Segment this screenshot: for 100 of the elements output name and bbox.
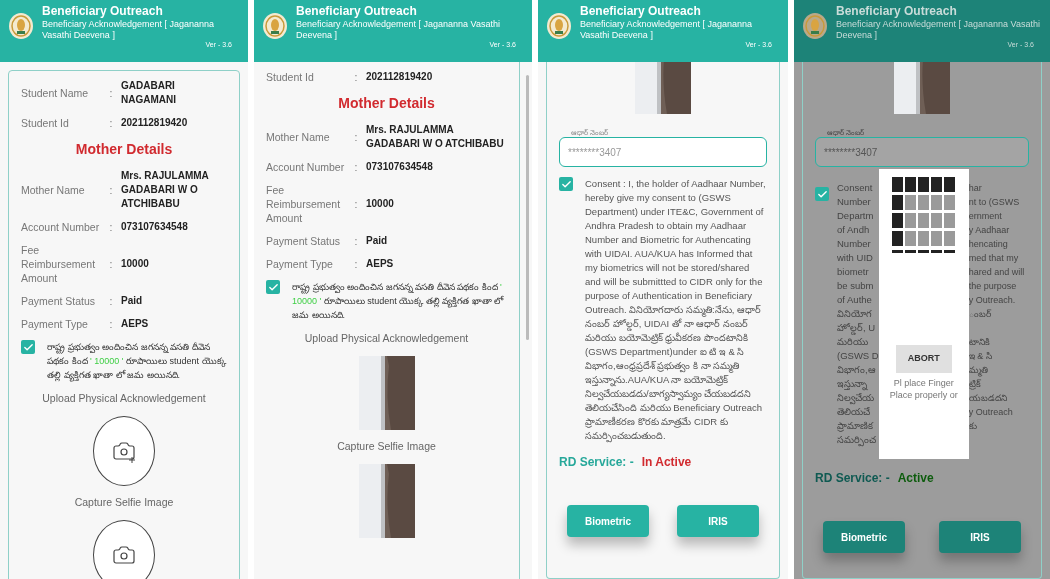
- section-caption: Upload Physical Acknowledgement: [42, 391, 206, 406]
- consent-text-fragment: ట్రిక్: [968, 378, 982, 391]
- colon-separator: :: [353, 257, 359, 271]
- consent-text-fragment: of Andh: [837, 223, 871, 237]
- consent-text: Consent : I, the holder of Aadhaar Number, hereby give my consent to (GSWS Department) under ITE&C, Government of Andhra Pradesh to obtain my Aadhaar Number and Biometric for Authencating with UIDAI. AUA/KUA has Informed that my biometrics will not be stored/shared and will be submittted to CIDR only for the purpose of Authentication in Beneficiary Outreach. వినియోగదారు సమ్మతి:నేను, ఆధార్ నంబర్ హోల్డర్, UIDAI తో నా ఆధార్ నంబర్ మరియు బయోమెట్రిక్ ధ్రువీకరణ పొందటానికి (GSWS Department)under ఐ టి ఇ & సి విభాగం,ఆంధ్రప్రదేశ్ ప్రభుత్వం కి నా సమ్మతి ఇస్తున్నాను.AUA/KUA నా బయోమెట్రిక్ నిల్వచేయబడదు/బాగ్యస్వామ్యం చేయబడదని తెలియచేసింది మరియు Beneficiary Outreach ప్రామాణీకరణ కొరకు మాత్రమే CIDR కు సమర్పించబడుతుంది.: [585, 177, 767, 443]
- field-value: AEPS: [121, 317, 150, 331]
- consent-text-fragment: ernment: [968, 210, 1003, 223]
- field-value: 10000: [366, 197, 395, 211]
- field-label: Student Id: [21, 116, 70, 130]
- scan-button[interactable]: IRIS: [939, 521, 1021, 553]
- consent-text-fragment: టానికి: [968, 336, 991, 349]
- field-value: Paid: [366, 234, 389, 248]
- checkbox[interactable]: [21, 340, 35, 354]
- consent-text-fragment: ప్రామాణిక: [837, 419, 875, 433]
- app-title: Beneficiary Outreach: [836, 4, 958, 19]
- abort-button[interactable]: ABORT: [895, 345, 952, 373]
- app-title: Beneficiary Outreach: [580, 4, 702, 19]
- checkbox[interactable]: [266, 280, 280, 294]
- section-caption: Capture Selfie Image: [74, 494, 174, 510]
- consent-text-fragment: యబడదని: [968, 392, 1008, 405]
- app-title: Beneficiary Outreach: [296, 4, 418, 19]
- scan-button[interactable]: Biometric: [823, 521, 905, 553]
- colon-separator: :: [353, 130, 359, 144]
- field-value: Paid: [121, 294, 144, 308]
- colon-separator: :: [353, 197, 359, 211]
- consent-text-fragment: హోల్డర్, U: [837, 321, 877, 335]
- consent-text-fragment: Departm: [837, 209, 875, 223]
- colon-separator: :: [353, 160, 359, 174]
- consent-text-fragment: hencating: [968, 238, 1009, 251]
- field-value: 202112819420: [121, 116, 189, 130]
- emblem-icon: [802, 12, 828, 40]
- field-label: Fee Reimbursement Amount: [266, 183, 342, 225]
- aadhaar-input[interactable]: ********3407: [815, 137, 1029, 167]
- consent-text-fragment: biometr: [837, 265, 870, 279]
- consent-text-fragment: y Aadhaar: [968, 224, 1011, 237]
- consent-text-fragment: Number: [837, 237, 872, 251]
- app-subtitle: Beneficiary Acknowledgement [ Jagananna Vasathi Deevena ]: [836, 19, 1041, 41]
- emblem-icon: [262, 12, 288, 40]
- rd-service-label: RD Service: -: [559, 454, 634, 471]
- consent-text-fragment: y Outreach: [968, 406, 1014, 419]
- colon-separator: :: [108, 220, 114, 234]
- consent-text-fragment: ఇస్తున్నా: [837, 377, 869, 391]
- aadhaar-input[interactable]: ********3407: [559, 137, 767, 167]
- section-heading: Mother Details: [75, 140, 173, 159]
- colon-separator: :: [108, 86, 114, 100]
- field-value: AEPS: [366, 257, 395, 271]
- consent-text-fragment: hared and will: [968, 266, 1025, 279]
- colon-separator: :: [108, 183, 114, 197]
- consent-text-fragment: వినియోగ: [837, 307, 873, 321]
- emblem-icon: [546, 12, 572, 40]
- dialog-message: Pl place Finger Place properly or: [888, 377, 959, 401]
- field-label: Payment Status: [266, 234, 342, 248]
- rd-service-status: Active: [897, 470, 934, 487]
- section-caption: Capture Selfie Image: [337, 438, 436, 454]
- consent-text-fragment: (GSWS D: [837, 349, 879, 363]
- rd-service-label: RD Service: -: [815, 470, 890, 487]
- checkbox[interactable]: [559, 177, 573, 191]
- app-subtitle: Beneficiary Acknowledgement [ Jagananna Vasathi Deevena ]: [580, 19, 754, 41]
- consent-text-fragment: nt to (GSWS: [968, 196, 1021, 209]
- consent-text-fragment: మ్మతి: [968, 364, 989, 377]
- scan-button[interactable]: IRIS: [677, 505, 759, 537]
- scan-button[interactable]: Biometric: [567, 505, 649, 537]
- app-subtitle: Beneficiary Acknowledgement [ Jagananna Vasathi Deevena ]: [296, 19, 501, 41]
- section-heading: Mother Details: [338, 94, 435, 113]
- consent-text-fragment: y Outreach.: [968, 294, 1017, 307]
- emblem-icon: [8, 12, 34, 40]
- consent-text-fragment: Number: [837, 195, 872, 209]
- checkbox[interactable]: [815, 187, 829, 201]
- consent-text-fragment: med that my: [968, 252, 1020, 265]
- colon-separator: :: [353, 234, 359, 248]
- field-value: 073107634548: [366, 160, 434, 174]
- consent-text-fragment: of Authe: [837, 293, 873, 307]
- colon-separator: :: [353, 70, 359, 84]
- consent-text-fragment: har: [968, 182, 983, 195]
- field-value: 073107634548: [121, 220, 189, 234]
- consent-text-fragment: కు: [968, 420, 978, 433]
- colon-separator: :: [108, 317, 114, 331]
- field-label: Payment Type: [266, 257, 334, 271]
- consent-text-fragment: తెలియచే: [837, 405, 871, 419]
- consent-text-fragment: నిల్వచేయ: [837, 391, 875, 405]
- consent-text-fragment: with UID: [837, 251, 874, 265]
- field-value: GADABARI NAGAMANI: [121, 79, 177, 107]
- upload-button[interactable]: [93, 519, 155, 579]
- consent-text-fragment: మరియు: [837, 335, 869, 349]
- consent-text-fragment: ఇ & సి: [968, 350, 993, 363]
- field-label: Account Number: [21, 220, 101, 234]
- consent-text-fragment: Consent: [837, 181, 874, 195]
- colon-separator: :: [108, 116, 114, 130]
- field-label: Payment Status: [21, 294, 97, 308]
- field-label: Mother Name: [266, 130, 331, 144]
- consent-text-fragment: ంబర్: [968, 308, 992, 321]
- consent-text-fragment: the purpose: [968, 280, 1018, 293]
- field-label: Mother Name: [21, 183, 86, 197]
- consent-text-fragment: be subm: [837, 279, 875, 293]
- field-value: Mrs. RAJULAMMA GADABARI W O ATCHIBABU: [366, 123, 505, 151]
- acknowledgement-text: రాష్ట్ర ప్రభుత్వం అందించిన జగనన్న వసతి దీవెన పథకం కింద ' 10000 ' రూపాయిలు student యొక్క తల్లి వ్యక్తిగత ఖాతా లో జమ అయినది.: [47, 341, 227, 382]
- field-label: Student Name: [21, 86, 90, 100]
- rd-service-status: In Active: [641, 454, 692, 471]
- consent-text-fragment: విభాగం,ఆ: [837, 363, 877, 377]
- colon-separator: :: [108, 294, 114, 308]
